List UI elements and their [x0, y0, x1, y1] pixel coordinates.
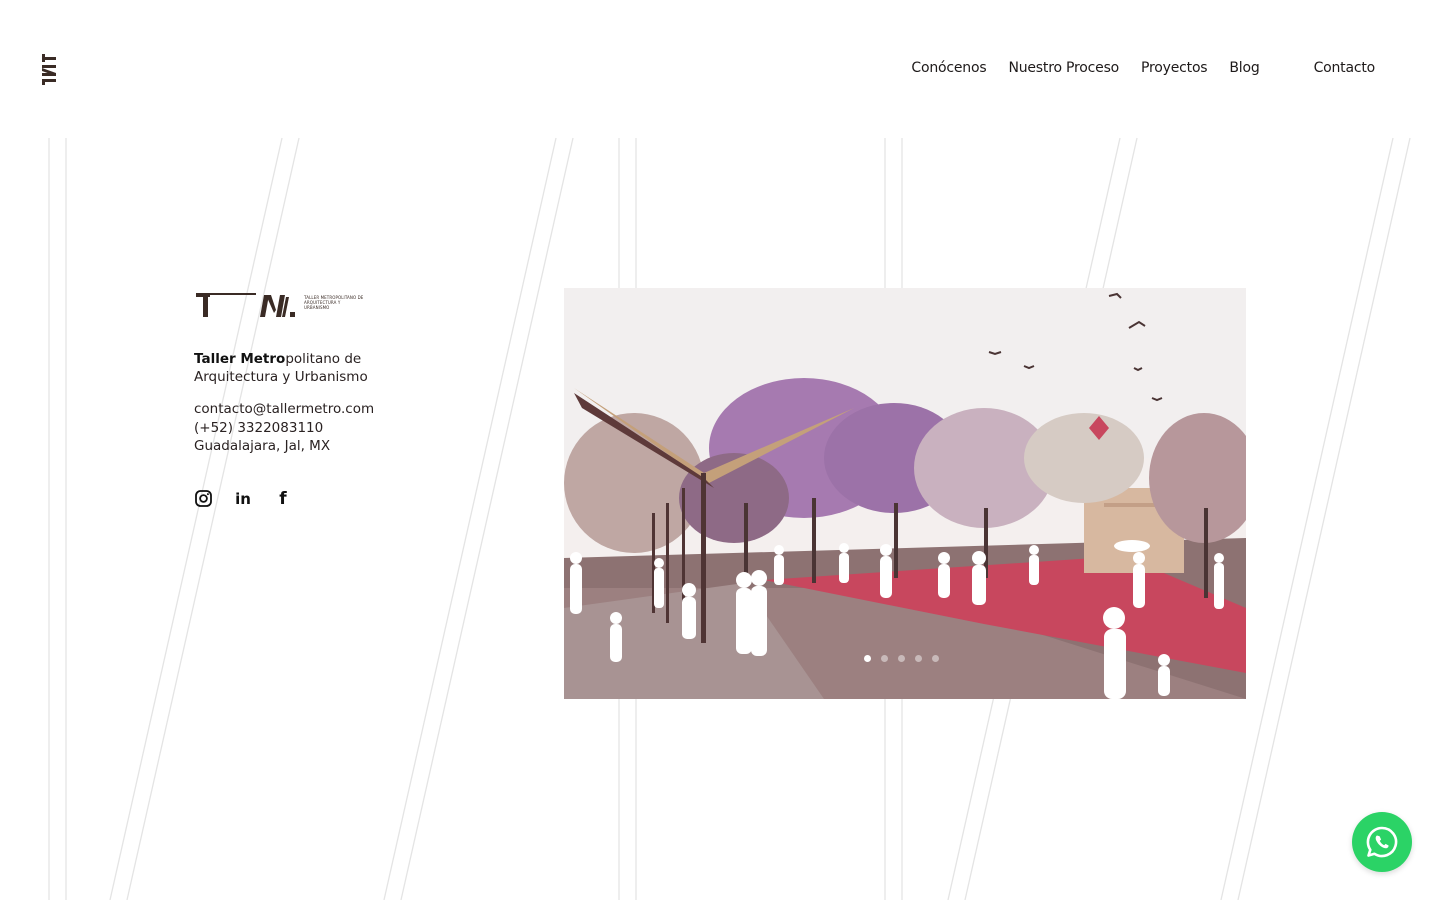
- contact-phone[interactable]: (+52) 3322083110: [194, 419, 414, 438]
- site-logo-icon[interactable]: [40, 52, 58, 86]
- nav-link-proyectos[interactable]: Proyectos: [1141, 60, 1208, 76]
- slider-dot-3[interactable]: [898, 655, 905, 662]
- brand-block: TALLER METROPOLITANO DE ARQUITECTURA Y U…: [194, 290, 414, 509]
- hero-slider[interactable]: [564, 288, 1246, 699]
- brand-name-bold: Taller Metro: [194, 351, 286, 367]
- nav-link-conocenos[interactable]: Conócenos: [911, 60, 986, 76]
- brand-logo-mark-icon: [196, 293, 295, 317]
- social-links: in f: [194, 489, 414, 509]
- contact-location: Guadalajara, Jal, MX: [194, 438, 331, 454]
- linkedin-icon[interactable]: in: [234, 490, 252, 508]
- slider-dot-4[interactable]: [915, 655, 922, 662]
- hero-image: [564, 288, 1246, 699]
- brand-logo: TALLER METROPOLITANO DE ARQUITECTURA Y U…: [194, 290, 414, 320]
- brand-logo-text: TALLER METROPOLITANO DE ARQUITECTURA Y U…: [304, 295, 364, 310]
- nav-link-contacto[interactable]: Contacto: [1314, 60, 1376, 76]
- contact-info: contacto@tallermetro.com (+52) 332208311…: [194, 400, 414, 456]
- whatsapp-button[interactable]: [1352, 812, 1412, 872]
- nav-link-blog[interactable]: Blog: [1229, 60, 1259, 76]
- slider-dot-1[interactable]: [864, 655, 871, 662]
- nav-link-nuestro-proceso[interactable]: Nuestro Proceso: [1008, 60, 1119, 76]
- whatsapp-icon: [1366, 826, 1398, 858]
- slider-dots: [864, 655, 949, 662]
- slider-dot-5[interactable]: [932, 655, 939, 662]
- facebook-icon[interactable]: f: [274, 489, 292, 509]
- contact-email[interactable]: contacto@tallermetro.com: [194, 400, 414, 419]
- brand-name: Taller Metropolitano de Arquitectura y U…: [194, 350, 414, 386]
- slider-dot-2[interactable]: [881, 655, 888, 662]
- main-nav: Conócenos Nuestro Proceso Proyectos Blog…: [889, 60, 1375, 76]
- instagram-icon[interactable]: [194, 490, 212, 508]
